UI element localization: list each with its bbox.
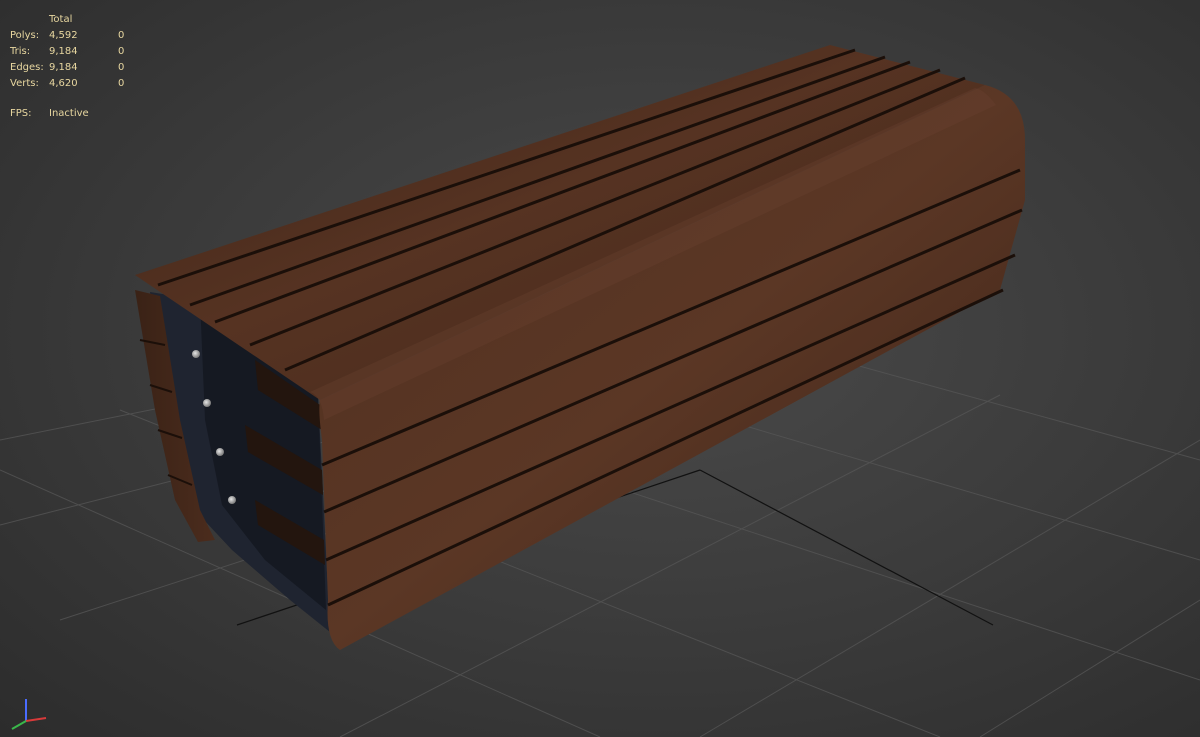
stats-label: Edges: [10, 62, 44, 73]
stats-label: Tris: [10, 46, 31, 57]
stats-header: Total [49, 14, 73, 25]
viewport-statistics: Total Polys: 4,592 0 Tris: 9,184 0 Edges… [0, 0, 140, 125]
stats-selected: 0 [118, 78, 125, 89]
stats-selected: 0 [118, 30, 125, 41]
stats-total: 4,620 [49, 78, 78, 89]
viewport-scene[interactable] [0, 0, 1200, 737]
axis-gizmo [11, 699, 47, 730]
x-axis-icon [25, 717, 47, 722]
stats-label: Verts: [10, 78, 39, 89]
stats-total: 4,592 [49, 30, 78, 41]
stats-label: Polys: [10, 30, 40, 41]
fps-value: Inactive [49, 108, 89, 119]
stats-selected: 0 [118, 46, 125, 57]
stats-total: 9,184 [49, 62, 78, 73]
stats-row-tris: Tris: 9,184 0 [0, 44, 140, 60]
stats-row-polys: Polys: 4,592 0 [0, 28, 140, 44]
stats-selected: 0 [118, 62, 125, 73]
stats-row-edges: Edges: 9,184 0 [0, 60, 140, 76]
stats-row-verts: Verts: 4,620 0 [0, 76, 140, 92]
y-axis-icon [11, 720, 27, 730]
fps-label: FPS: [10, 108, 32, 119]
perspective-viewport[interactable]: Total Polys: 4,592 0 Tris: 9,184 0 Edges… [0, 0, 1200, 737]
stats-total: 9,184 [49, 46, 78, 57]
fps-row: FPS: Inactive [0, 106, 140, 122]
